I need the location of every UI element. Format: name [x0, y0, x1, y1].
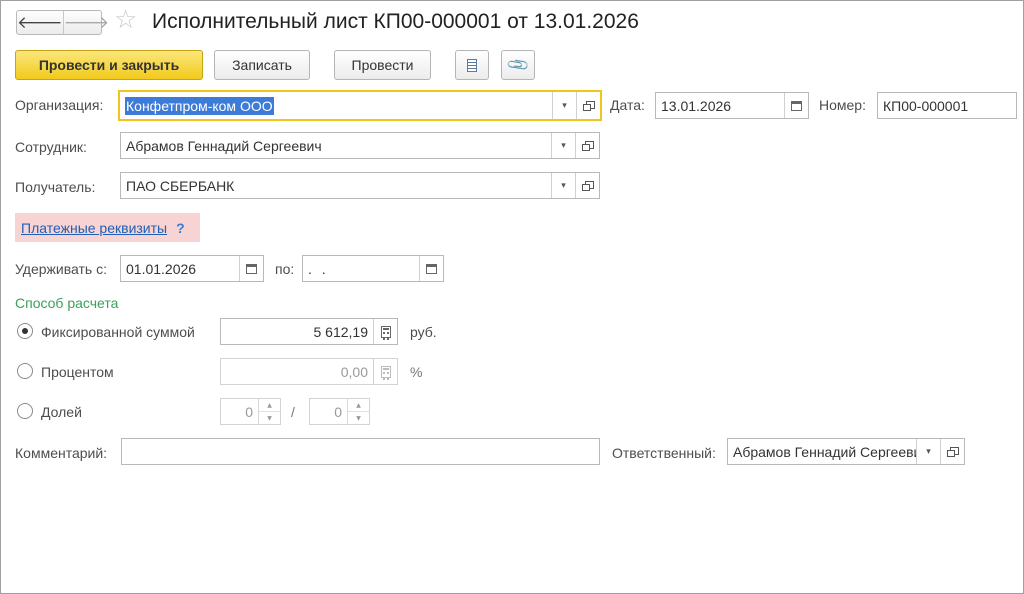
- spin-down-icon[interactable]: ▼: [259, 411, 280, 424]
- withhold-from-calendar-button[interactable]: [239, 256, 263, 281]
- recipient-field[interactable]: ПАО СБЕРБАНК ▾: [120, 172, 600, 199]
- number-value: КП00-000001: [883, 97, 969, 114]
- spin-down-icon[interactable]: ▼: [348, 411, 369, 424]
- share-denominator-value: 0: [334, 403, 342, 420]
- organization-value-container: Конфетпром-ком ООО: [120, 92, 552, 119]
- responsible-value: Абрамов Геннадий Сергеевич: [733, 443, 916, 460]
- document-list-button[interactable]: [455, 50, 489, 80]
- date-value: 13.01.2026: [661, 97, 732, 114]
- fixed-amount-calculator-button[interactable]: [373, 319, 397, 344]
- favorite-star-icon[interactable]: ☆: [114, 7, 137, 33]
- share-numerator-field[interactable]: 0 ▲ ▼: [220, 398, 281, 425]
- payment-details-block: Платежные реквизиты ?: [15, 213, 200, 242]
- forward-arrow-icon[interactable]: 🡒: [62, 11, 109, 34]
- share-numerator-spinner[interactable]: ▲ ▼: [258, 399, 280, 424]
- withhold-to-label: по:: [275, 261, 295, 277]
- fixed-amount-value: 5 612,19: [313, 323, 369, 340]
- date-field[interactable]: 13.01.2026: [655, 92, 809, 119]
- employee-open-button[interactable]: [575, 133, 599, 158]
- date-label: Дата:: [610, 97, 645, 113]
- percent-field[interactable]: 0,00: [220, 358, 398, 385]
- calendar-icon: [426, 263, 437, 274]
- number-label: Номер:: [819, 97, 866, 113]
- withhold-to-calendar-button[interactable]: [419, 256, 443, 281]
- calendar-icon: [791, 100, 802, 111]
- recipient-value: ПАО СБЕРБАНК: [126, 177, 235, 194]
- withhold-from-label: Удерживать с:: [15, 261, 107, 277]
- post-button[interactable]: Провести: [334, 50, 431, 80]
- percent-value: 0,00: [340, 363, 368, 380]
- fixed-amount-label: Фиксированной суммой: [41, 324, 195, 340]
- organization-open-button[interactable]: [576, 92, 600, 119]
- open-icon: [582, 181, 594, 191]
- comment-value: [122, 439, 599, 464]
- post-and-close-button[interactable]: Провести и закрыть: [15, 50, 203, 80]
- calendar-icon: [246, 263, 257, 274]
- employee-label: Сотрудник:: [15, 139, 87, 155]
- percent-unit: %: [410, 364, 423, 380]
- withhold-to-value: . .: [308, 260, 329, 277]
- calculator-icon: [380, 325, 391, 340]
- fixed-amount-field[interactable]: 5 612,19: [220, 318, 398, 345]
- employee-dropdown-icon[interactable]: ▾: [551, 133, 575, 158]
- withhold-from-field[interactable]: 01.01.2026: [120, 255, 264, 282]
- share-radio[interactable]: [17, 403, 33, 419]
- fixed-amount-radio[interactable]: [17, 323, 33, 339]
- attachments-button[interactable]: 📎: [501, 50, 535, 80]
- calculator-icon: [380, 365, 391, 380]
- withhold-to-field[interactable]: . .: [302, 255, 444, 282]
- employee-value: Абрамов Геннадий Сергеевич: [126, 137, 322, 154]
- save-button[interactable]: Записать: [214, 50, 310, 80]
- share-separator: /: [291, 404, 295, 420]
- spin-up-icon[interactable]: ▲: [348, 399, 369, 411]
- percent-label: Процентом: [41, 364, 114, 380]
- share-denominator-spinner[interactable]: ▲ ▼: [347, 399, 369, 424]
- open-icon: [582, 141, 594, 151]
- share-numerator-value: 0: [245, 403, 253, 420]
- date-calendar-button[interactable]: [784, 93, 808, 118]
- percent-calculator-button[interactable]: [373, 359, 397, 384]
- number-field[interactable]: КП00-000001: [877, 92, 1017, 119]
- recipient-open-button[interactable]: [575, 173, 599, 198]
- responsible-label: Ответственный:: [612, 445, 716, 461]
- organization-label: Организация:: [15, 97, 104, 113]
- open-icon: [947, 447, 959, 457]
- responsible-field[interactable]: Абрамов Геннадий Сергеевич ▾: [727, 438, 965, 465]
- spin-up-icon[interactable]: ▲: [259, 399, 280, 411]
- recipient-label: Получатель:: [15, 179, 96, 195]
- document-window: 🡐 🡒 ☆ Исполнительный лист КП00-000001 от…: [0, 0, 1024, 594]
- organization-dropdown-icon[interactable]: ▾: [552, 92, 576, 119]
- help-icon[interactable]: ?: [176, 220, 185, 236]
- back-arrow-icon[interactable]: 🡐: [17, 11, 63, 34]
- document-icon: [467, 58, 477, 72]
- organization-value: Конфетпром-ком ООО: [125, 96, 274, 115]
- organization-field[interactable]: Конфетпром-ком ООО ▾: [118, 90, 602, 121]
- recipient-dropdown-icon[interactable]: ▾: [551, 173, 575, 198]
- responsible-dropdown-icon[interactable]: ▾: [916, 439, 940, 464]
- withhold-from-value: 01.01.2026: [126, 260, 197, 277]
- employee-field[interactable]: Абрамов Геннадий Сергеевич ▾: [120, 132, 600, 159]
- share-label: Долей: [41, 404, 82, 420]
- percent-radio[interactable]: [17, 363, 33, 379]
- comment-field[interactable]: [121, 438, 600, 465]
- fixed-amount-unit: руб.: [410, 324, 437, 340]
- comment-label: Комментарий:: [15, 445, 108, 461]
- page-title: Исполнительный лист КП00-000001 от 13.01…: [152, 10, 639, 33]
- payment-details-link[interactable]: Платежные реквизиты: [21, 220, 167, 236]
- calc-method-title: Способ расчета: [15, 295, 119, 311]
- responsible-open-button[interactable]: [940, 439, 964, 464]
- open-icon: [583, 101, 595, 111]
- navigation-buttons: 🡐 🡒: [16, 10, 109, 35]
- paperclip-icon: 📎: [505, 52, 531, 78]
- share-denominator-field[interactable]: 0 ▲ ▼: [309, 398, 370, 425]
